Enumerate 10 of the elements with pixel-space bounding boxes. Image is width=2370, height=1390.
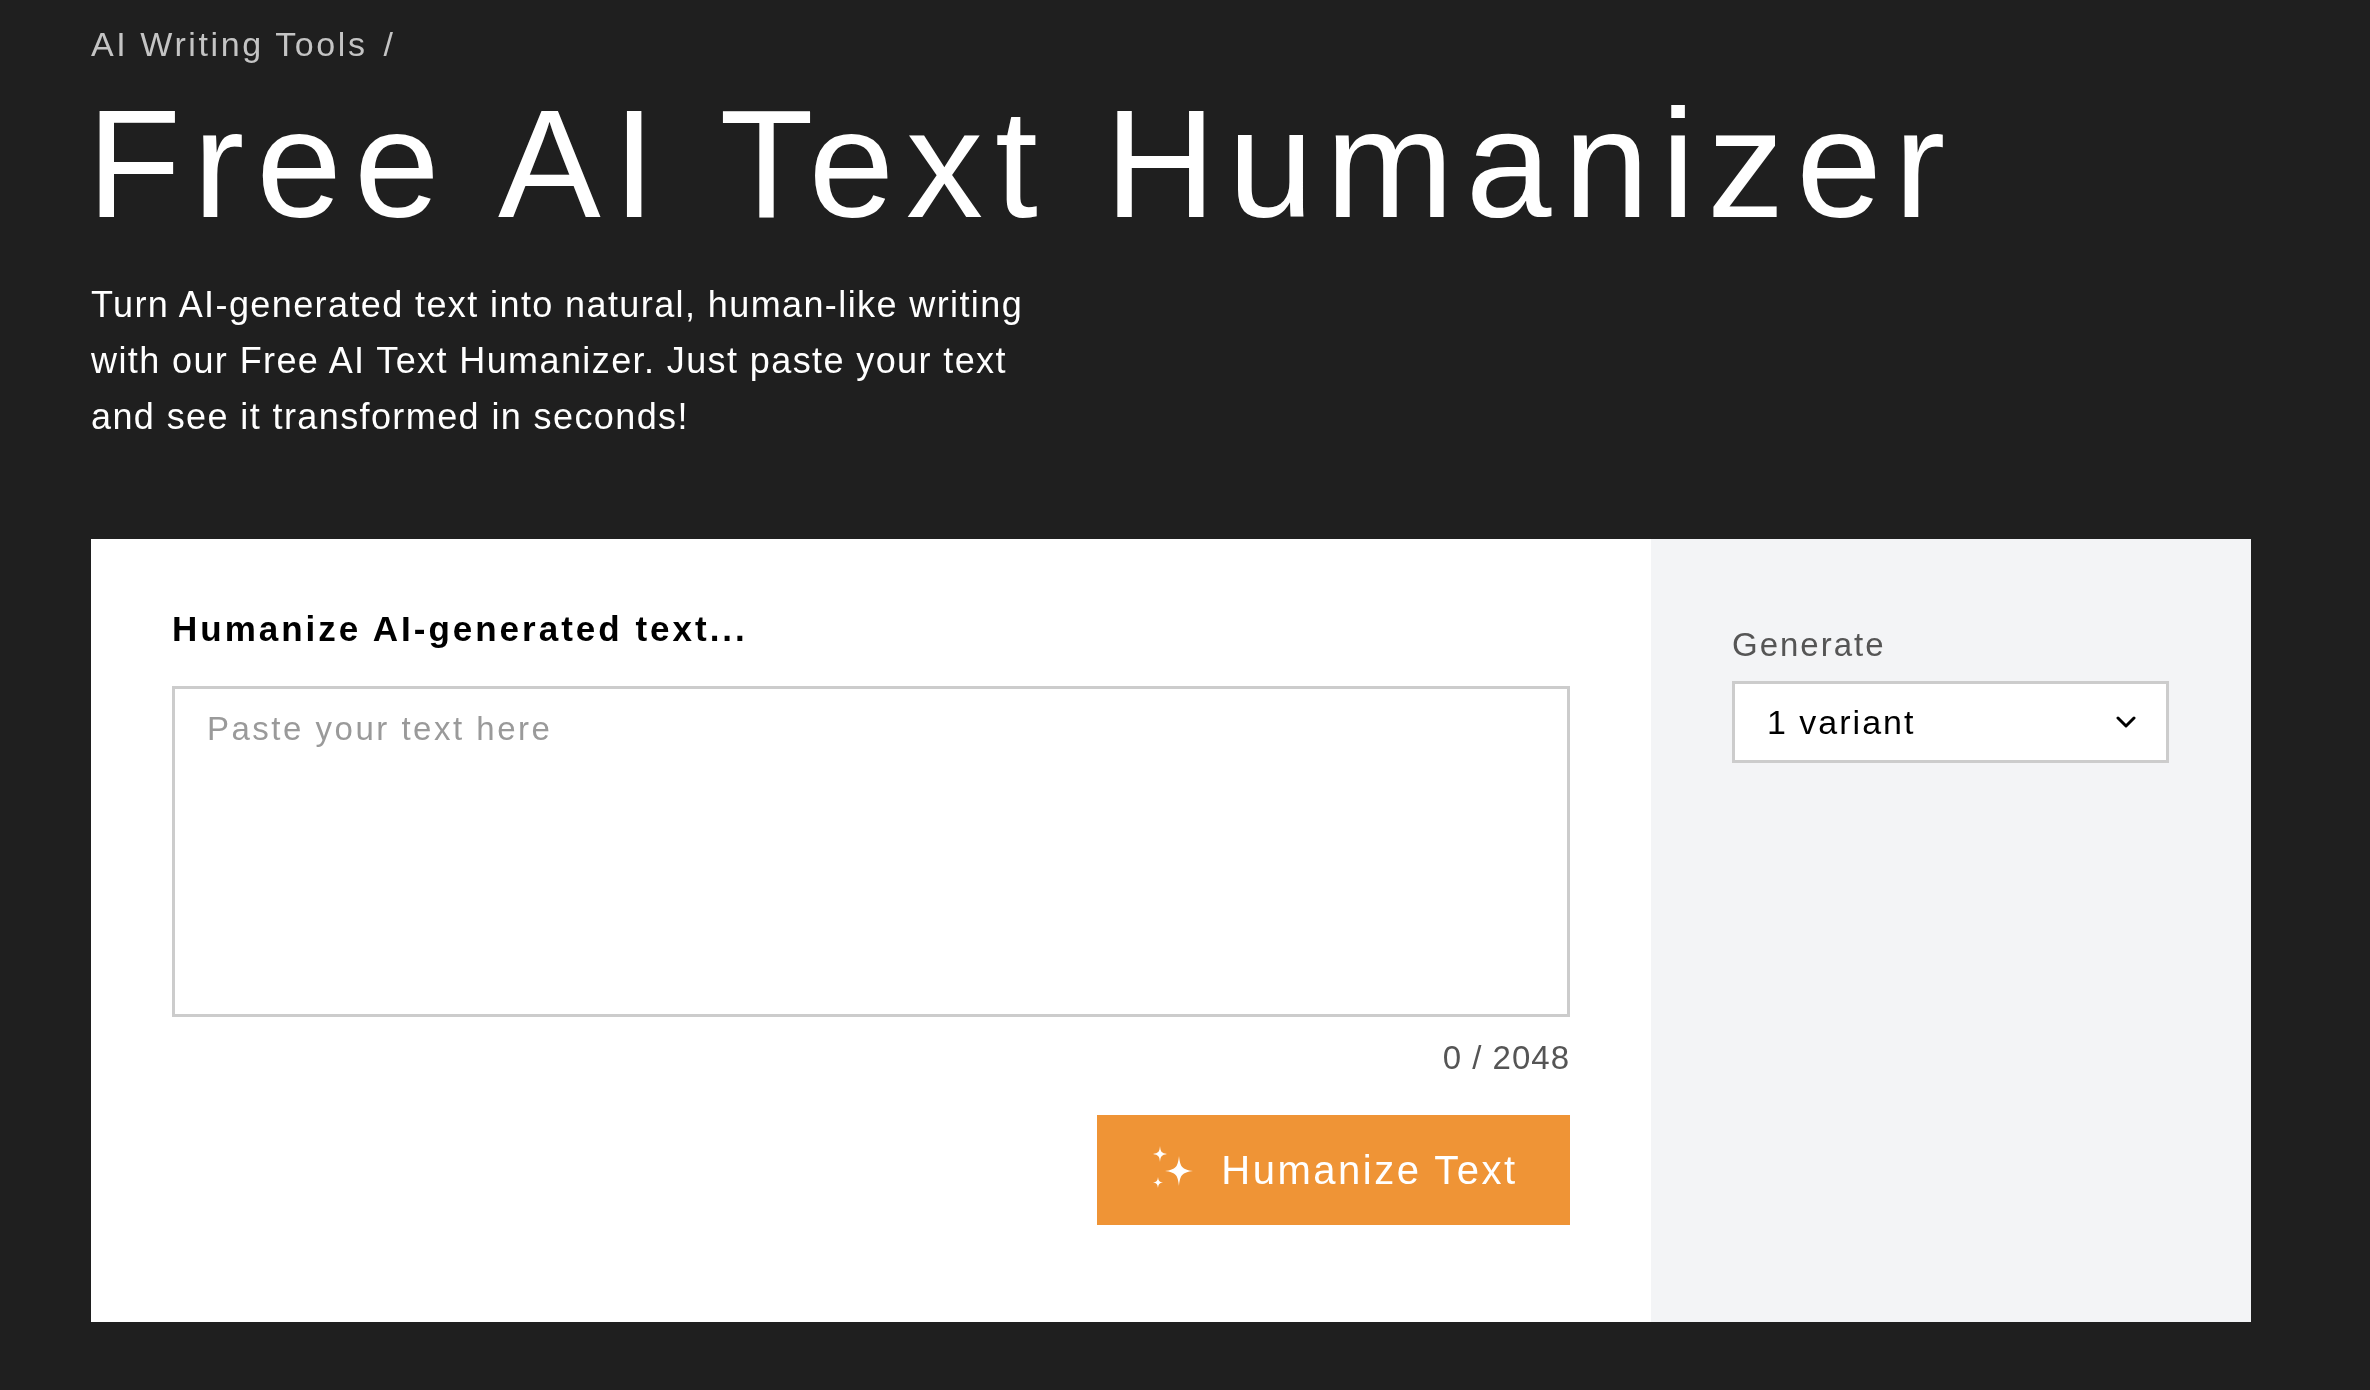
generate-label: Generate (1732, 625, 1886, 665)
page-title: Free AI Text Humanizer (87, 87, 1959, 241)
variant-select[interactable]: 1 variant (1732, 681, 2169, 763)
breadcrumb-link[interactable]: AI Writing Tools (91, 24, 368, 65)
chevron-down-icon (2116, 716, 2136, 728)
editor-heading: Humanize AI-generated text... (172, 608, 749, 649)
character-counter: 0 / 2048 (1441, 1038, 1570, 1078)
breadcrumb-separator: / (383, 24, 396, 65)
intro-paragraph: Turn AI-generated text into natural, human-like writing with our Free AI Text Humanizer. Just paste your text and see it transformed in seconds! (91, 283, 1025, 439)
text-input[interactable]: Paste your text here (172, 686, 1570, 1017)
